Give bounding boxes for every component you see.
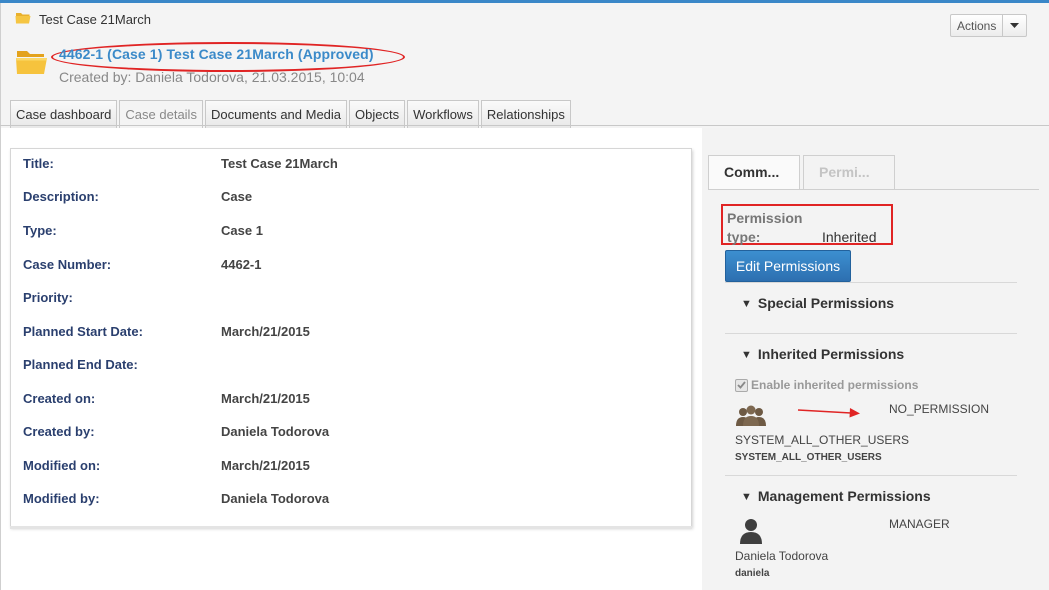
detail-label: Description: — [23, 189, 99, 204]
detail-label: Modified by: — [23, 491, 100, 506]
tabs-divider — [0, 125, 1049, 126]
management-permissions-toggle[interactable]: ▼ Management Permissions — [741, 488, 931, 504]
permission-type-box: Permission type: Inherited — [721, 204, 893, 245]
breadcrumb-label[interactable]: Test Case 21March — [39, 12, 151, 27]
detail-label: Title: — [23, 156, 54, 171]
case-title-link[interactable]: 4462-1 (Case 1) Test Case 21March (Appro… — [59, 46, 374, 62]
tab-case-dashboard[interactable]: Case dashboard — [10, 100, 118, 128]
inherited-role: NO_PERMISSION — [889, 402, 990, 416]
detail-value: Case 1 — [221, 223, 263, 238]
card-bottom-bar — [10, 526, 692, 529]
tab-comments[interactable]: Comm... — [708, 155, 800, 190]
management-role: MANAGER — [889, 517, 950, 531]
detail-value: March/21/2015 — [221, 324, 310, 339]
permission-type-value: Inherited — [822, 229, 877, 245]
inherited-permissions-title: Inherited Permissions — [757, 346, 905, 362]
inherited-user-name: SYSTEM_ALL_OTHER_USERS — [735, 433, 910, 447]
special-permissions-toggle[interactable]: ▼ Special Permissions — [741, 295, 894, 311]
tab-objects[interactable]: Objects — [349, 100, 406, 128]
detail-label: Type: — [23, 223, 57, 238]
management-user-id: daniela — [735, 568, 770, 579]
detail-label: Planned End Date: — [23, 357, 138, 372]
special-permissions-title: Special Permissions — [757, 295, 895, 311]
case-header: Test Case 21March Actions 4462-1 (Case 1… — [0, 3, 1049, 128]
group-users-icon — [735, 404, 767, 431]
detail-label: Priority: — [23, 290, 73, 305]
detail-value: 4462-1 — [221, 257, 262, 272]
triangle-down-icon: ▼ — [741, 349, 752, 361]
section-divider — [725, 282, 1017, 283]
inherited-user-id: SYSTEM_ALL_OTHER_USERS — [735, 452, 882, 463]
section-divider — [725, 333, 1017, 334]
side-tabs-divider — [708, 189, 1039, 190]
case-details-card: Title: Test Case 21March Description: Ca… — [10, 148, 692, 527]
red-arrow-annotation — [797, 408, 860, 418]
breadcrumb: Test Case 21March — [15, 11, 151, 27]
detail-label: Planned Start Date: — [23, 324, 143, 339]
management-user-name: Daniela Todorova — [735, 549, 829, 563]
tab-relationships[interactable]: Relationships — [480, 100, 571, 128]
enable-inherited-checkbox[interactable] — [735, 378, 748, 392]
actions-label: Actions — [957, 18, 997, 33]
tab-permissions[interactable]: Permi... — [803, 155, 895, 190]
tab-documents-and-media[interactable]: Documents and Media — [204, 100, 348, 128]
case-details-area: Title: Test Case 21March Description: Ca… — [0, 128, 702, 590]
detail-label: Modified on: — [23, 458, 101, 473]
detail-value: Daniela Todorova — [221, 424, 330, 439]
case-created-info: Created by: Daniela Todorova, 21.03.2015… — [59, 69, 365, 85]
detail-value: Test Case 21March — [221, 156, 338, 171]
section-divider — [725, 475, 1017, 476]
case-tabs: Case dashboard Case details Documents an… — [10, 100, 571, 128]
detail-label: Created by: — [23, 424, 95, 439]
side-tabs: Comm... Permi... — [708, 155, 895, 190]
enable-inherited-row: Enable inherited permissions — [735, 378, 918, 392]
permission-type-label: Permission type: — [727, 210, 803, 245]
detail-label: Case Number: — [23, 257, 112, 272]
detail-value: Daniela Todorova — [221, 491, 330, 506]
actions-dropdown[interactable]: Actions — [950, 14, 1027, 37]
detail-value: Case — [221, 189, 253, 204]
triangle-down-icon: ▼ — [741, 491, 752, 503]
detail-label: Created on: — [23, 391, 96, 406]
caret-down-icon — [1002, 15, 1026, 36]
folder-open-icon — [15, 11, 32, 27]
detail-value: March/21/2015 — [221, 458, 310, 473]
tab-case-details[interactable]: Case details — [119, 100, 203, 128]
detail-value: March/21/2015 — [221, 391, 310, 406]
edit-permissions-button[interactable]: Edit Permissions — [725, 250, 851, 282]
permissions-side-panel: Comm... Permi... Permission type: Inheri… — [702, 128, 1049, 590]
user-icon — [740, 518, 762, 547]
inherited-permissions-toggle[interactable]: ▼ Inherited Permissions — [741, 346, 904, 362]
enable-inherited-label: Enable inherited permissions — [751, 378, 919, 392]
tab-workflows[interactable]: Workflows — [407, 100, 479, 128]
triangle-down-icon: ▼ — [741, 298, 752, 310]
folder-open-icon — [15, 47, 49, 78]
management-permissions-title: Management Permissions — [757, 488, 931, 504]
